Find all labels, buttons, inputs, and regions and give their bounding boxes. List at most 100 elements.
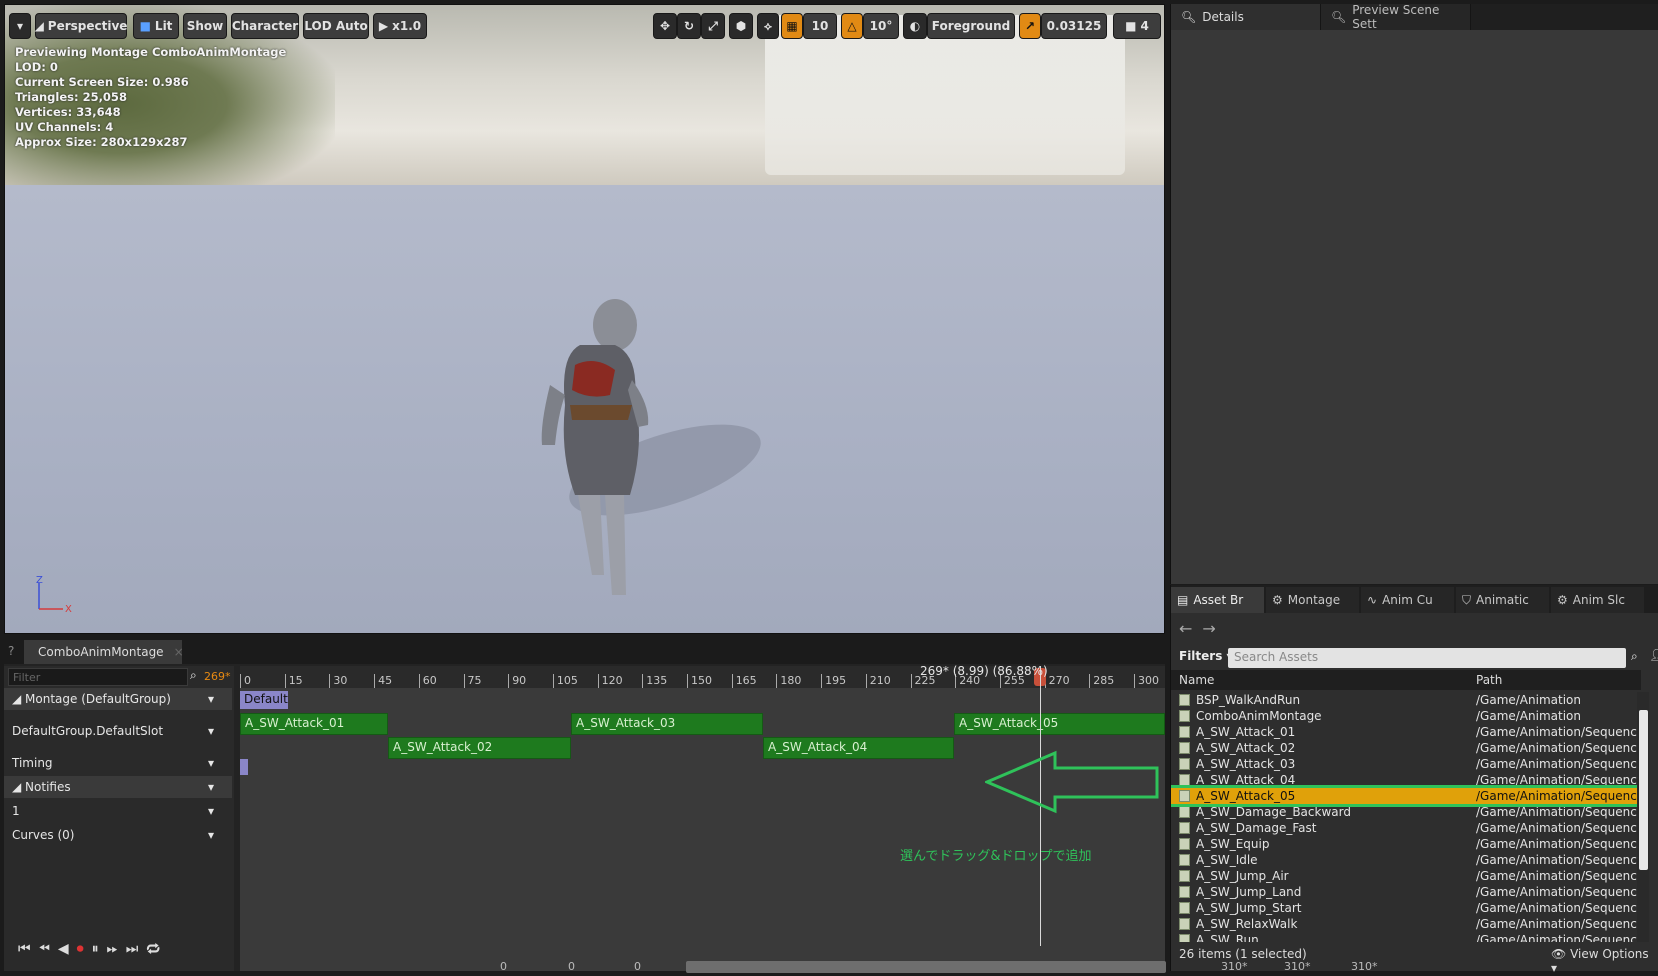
tab-montage-sections[interactable]: ⚙ Montage <box>1266 587 1359 613</box>
montage-segment[interactable]: A_SW_Attack_04 <box>763 737 954 759</box>
asset-row[interactable]: A_SW_Attack_04/Game/Animation/Sequence <box>1171 772 1641 788</box>
surface-snap-icon[interactable]: ⟡ <box>757 13 779 39</box>
asset-row[interactable]: A_SW_Attack_05/Game/Animation/Sequence <box>1171 785 1641 807</box>
notify-marker[interactable] <box>240 759 248 775</box>
search-assets-input[interactable]: Search Assets <box>1228 648 1626 668</box>
translate-tool-icon[interactable]: ✥ <box>653 13 677 39</box>
close-icon[interactable]: × <box>174 645 184 659</box>
track-row[interactable]: Timing ▾ <box>4 752 232 774</box>
rotation-snap-value[interactable]: 10° <box>863 13 899 39</box>
tab-anim-curves[interactable]: ∿ Anim Cu <box>1361 587 1454 613</box>
scrollbar-thumb[interactable] <box>1639 710 1648 870</box>
show-button[interactable]: Show <box>183 13 227 39</box>
help-icon[interactable]: ? <box>8 644 14 658</box>
asset-row[interactable]: A_SW_Jump_Air/Game/Animation/Sequence <box>1171 868 1641 884</box>
range-work-start[interactable]: 0 <box>634 960 641 973</box>
rotation-snap-icon[interactable]: △ <box>841 13 863 39</box>
camera-speed-button[interactable]: ■ 4 <box>1113 13 1161 39</box>
playback-speed-button[interactable]: ▶ x1.0 <box>373 13 427 39</box>
column-name[interactable]: Name <box>1171 673 1476 687</box>
track-dropdown-icon[interactable]: ▾ <box>208 828 214 842</box>
asset-row[interactable]: A_SW_Run/Game/Animation/Sequence <box>1171 932 1641 942</box>
track-dropdown-icon[interactable]: ▾ <box>208 724 214 738</box>
asset-name: A_SW_Attack_03 <box>1171 757 1476 771</box>
timeline-scrubber[interactable] <box>686 961 1166 973</box>
record-icon[interactable]: ⏺︎ <box>77 941 84 957</box>
track-row[interactable]: ◢ Notifies ▾ <box>4 776 232 798</box>
asset-name: A_SW_Attack_04 <box>1171 773 1476 787</box>
track-row[interactable]: ◢ Montage (DefaultGroup) ▾ <box>4 688 232 710</box>
play-reverse-icon[interactable]: ◀ <box>58 941 69 957</box>
asset-row[interactable]: A_SW_Damage_Fast/Game/Animation/Sequence <box>1171 820 1641 836</box>
asset-row[interactable]: A_SW_Idle/Game/Animation/Sequence <box>1171 852 1641 868</box>
range-start[interactable]: 0 <box>500 960 507 973</box>
ruler-tick: 210 <box>865 674 891 688</box>
montage-segment[interactable]: A_SW_Attack_01 <box>240 713 388 735</box>
tab-asset-browser[interactable]: ▤ Asset Br <box>1171 587 1264 613</box>
user-icon[interactable]: 👤︎ <box>1649 648 1658 662</box>
scale-tool-icon[interactable]: ⤢ <box>701 13 725 39</box>
tab-details[interactable]: 🔍︎ Details <box>1171 4 1321 30</box>
track-dropdown-icon[interactable]: ▾ <box>208 756 214 770</box>
montage-segment[interactable]: A_SW_Attack_03 <box>571 713 763 735</box>
track-dropdown-icon[interactable]: ▾ <box>208 804 214 818</box>
asset-row[interactable]: A_SW_Jump_Land/Game/Animation/Sequence <box>1171 884 1641 900</box>
step-back-icon[interactable]: ⏪︎ <box>39 941 50 957</box>
tab-animation-notifies[interactable]: ⛉ Animatic <box>1456 587 1549 613</box>
forward-arrow-icon[interactable]: → <box>1202 619 1215 643</box>
timeline-area[interactable]: 0 15 30 45 60 75 90 105 120 135 150 165 180 195 210 225… <box>240 664 1378 973</box>
asset-row[interactable]: A_SW_Attack_03/Game/Animation/Sequence <box>1171 756 1641 772</box>
range-work-end[interactable]: 310* <box>1284 960 1311 973</box>
asset-row[interactable]: A_SW_Jump_Start/Game/Animation/Sequence <box>1171 900 1641 916</box>
tab-combo-anim-montage[interactable]: ComboAnimMontage × <box>24 640 184 664</box>
scale-snap-value[interactable]: 0.03125 <box>1041 13 1107 39</box>
step-forward-icon[interactable]: ⏩︎ <box>107 941 118 957</box>
track-row[interactable]: Curves (0) ▾ <box>4 824 232 846</box>
back-arrow-icon[interactable]: ← <box>1179 619 1192 643</box>
lit-button[interactable]: ■ Lit <box>133 13 179 39</box>
montage-segment[interactable]: A_SW_Attack_02 <box>388 737 571 759</box>
asset-row[interactable]: A_SW_Damage_Backward/Game/Animation/Sequ… <box>1171 804 1641 820</box>
lod-button[interactable]: LOD Auto <box>303 13 369 39</box>
track-row[interactable]: 1 ▾ <box>4 800 232 822</box>
column-path[interactable]: Path <box>1476 673 1641 687</box>
preview-viewport[interactable]: ▾ ◢ Perspective ■ Lit Show Character LOD A… <box>4 4 1165 634</box>
asset-row[interactable]: BSP_WalkAndRun/Game/Animation <box>1171 692 1641 708</box>
asset-row[interactable]: ComboAnimMontage/Game/Animation <box>1171 708 1641 724</box>
grid-snap-value[interactable]: 10 <box>803 13 837 39</box>
rotate-tool-icon[interactable]: ↻ <box>677 13 701 39</box>
tab-preview-scene-settings[interactable]: 🔍︎ Preview Scene Sett <box>1321 3 1471 31</box>
range-view-start[interactable]: 0 <box>568 960 575 973</box>
perspective-button[interactable]: ◢ Perspective <box>35 13 127 39</box>
asset-name: A_SW_Jump_Air <box>1171 869 1476 883</box>
foreground-button[interactable]: Foreground <box>927 13 1015 39</box>
viewport-menu-button[interactable]: ▾ <box>9 13 31 39</box>
asset-name: ComboAnimMontage <box>1171 709 1476 723</box>
track-dropdown-icon[interactable]: ▾ <box>208 692 214 706</box>
range-view-end[interactable]: 310* <box>1221 960 1248 973</box>
asset-row[interactable]: A_SW_Attack_01/Game/Animation/Sequence <box>1171 724 1641 740</box>
asset-row[interactable]: A_SW_RelaxWalk/Game/Animation/Sequence <box>1171 916 1641 932</box>
asset-row[interactable]: A_SW_Equip/Game/Animation/Sequence <box>1171 836 1641 852</box>
skip-to-start-icon[interactable]: ⏮ <box>18 941 31 957</box>
filters-button[interactable]: Filters ▾ <box>1179 649 1233 663</box>
montage-segment[interactable]: A_SW_Attack_05 <box>954 713 1165 735</box>
default-section-tag[interactable]: Default <box>240 691 288 709</box>
skip-to-end-icon[interactable]: ⏭ <box>126 941 139 957</box>
loop-icon[interactable]: 🔁︎ <box>146 938 160 959</box>
search-icon[interactable]: ⌕ <box>190 668 197 683</box>
pause-icon[interactable]: ⏸︎ <box>92 941 99 957</box>
world-local-icon[interactable]: ⬢ <box>729 13 753 39</box>
grid-snap-icon[interactable]: ▦ <box>781 13 803 39</box>
anim-sequence-icon <box>1179 918 1190 930</box>
asset-row[interactable]: A_SW_Attack_02/Game/Animation/Sequence <box>1171 740 1641 756</box>
range-end[interactable]: 310* <box>1351 960 1378 973</box>
tab-anim-slot[interactable]: ⚙ Anim Slc <box>1551 587 1644 613</box>
scale-snap-icon[interactable]: ↗ <box>1019 13 1041 39</box>
track-filter-input[interactable]: Filter <box>8 668 188 686</box>
layer-icon[interactable]: ◐ <box>903 13 927 39</box>
track-row[interactable]: DefaultGroup.DefaultSlot ▾ <box>4 712 232 750</box>
search-icon[interactable]: ⌕ <box>1631 649 1638 664</box>
track-dropdown-icon[interactable]: ▾ <box>208 780 214 794</box>
character-button[interactable]: Character <box>231 13 299 39</box>
